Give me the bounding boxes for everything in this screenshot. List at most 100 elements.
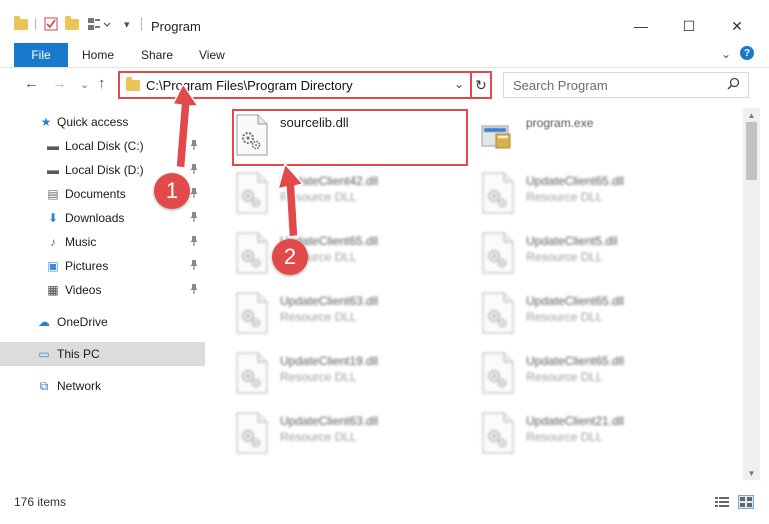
sidebar-item-this-pc[interactable]: ▭ This PC bbox=[0, 342, 205, 366]
search-icon[interactable] bbox=[727, 77, 740, 93]
sidebar-item-network[interactable]: ⧉ Network bbox=[0, 374, 205, 398]
divider bbox=[35, 18, 36, 30]
pin-icon[interactable] bbox=[190, 283, 198, 297]
file-type: Resource DLL bbox=[526, 430, 603, 444]
divider bbox=[141, 17, 142, 31]
tab-home[interactable]: Home bbox=[82, 48, 114, 62]
dll-file-icon bbox=[480, 172, 516, 214]
close-button[interactable]: ✕ bbox=[714, 12, 760, 40]
cloud-icon: ☁ bbox=[38, 315, 50, 329]
tab-share[interactable]: Share bbox=[141, 48, 173, 62]
scroll-down-icon[interactable]: ▼ bbox=[743, 466, 760, 480]
pictures-icon: ▣ bbox=[47, 259, 59, 273]
sidebar-item-label: Music bbox=[65, 235, 97, 249]
file-type: Resource DLL bbox=[280, 370, 357, 384]
qat-dropdown-icon[interactable]: ▾ bbox=[124, 15, 130, 33]
minimize-button[interactable]: — bbox=[618, 12, 664, 40]
pin-icon[interactable] bbox=[190, 139, 198, 153]
dll-file-icon bbox=[234, 412, 270, 454]
expand-ribbon-icon[interactable]: ⌄ bbox=[721, 47, 731, 61]
file-item[interactable]: UpdateClient65.dll Resource DLL bbox=[480, 288, 720, 338]
sidebar-item-quick-access[interactable]: ★ Quick access bbox=[0, 110, 205, 134]
maximize-button[interactable]: ☐ bbox=[666, 12, 712, 40]
file-name: UpdateClient63.dll bbox=[280, 294, 379, 308]
vertical-scrollbar[interactable]: ▲ ▼ bbox=[743, 108, 760, 480]
file-item[interactable]: UpdateClient65.dll Resource DLL bbox=[480, 348, 720, 398]
file-item[interactable]: UpdateClient21.dll Resource DLL bbox=[480, 408, 720, 458]
tab-view[interactable]: View bbox=[199, 48, 225, 62]
file-name: UpdateClient19.dll bbox=[280, 354, 379, 368]
file-item[interactable]: UpdateClient63.dll Resource DLL bbox=[234, 408, 474, 458]
status-bar: 176 items bbox=[0, 488, 769, 516]
file-name: UpdateClient21.dll bbox=[526, 414, 625, 428]
dll-file-icon bbox=[480, 232, 516, 274]
help-icon[interactable]: ? bbox=[740, 46, 754, 60]
address-path[interactable]: C:\Program Files\Program Directory bbox=[146, 78, 353, 93]
folder-icon[interactable] bbox=[14, 15, 28, 33]
sidebar-item-local-disk-c[interactable]: ▬ Local Disk (C:) bbox=[0, 134, 205, 158]
sidebar-item-label: Quick access bbox=[57, 115, 129, 129]
file-name: UpdateClient65.dll bbox=[526, 174, 625, 188]
file-item[interactable]: UpdateClient5.dll Resource DLL bbox=[480, 228, 720, 278]
file-item[interactable]: UpdateClient42.dll Resource DLL bbox=[234, 168, 474, 218]
sidebar-item-label: OneDrive bbox=[57, 315, 108, 329]
file-name: UpdateClient5.dll bbox=[526, 234, 618, 248]
sidebar-item-label: Documents bbox=[65, 187, 126, 201]
pin-icon[interactable] bbox=[190, 187, 198, 201]
file-item[interactable]: UpdateClient19.dll Resource DLL bbox=[234, 348, 474, 398]
callout-1: 1 bbox=[154, 173, 190, 209]
sidebar-item-onedrive[interactable]: ☁ OneDrive bbox=[0, 310, 205, 334]
up-button[interactable]: ↑ bbox=[98, 75, 106, 92]
pin-icon[interactable] bbox=[190, 211, 198, 225]
dll-file-icon bbox=[480, 352, 516, 394]
title-bar: ▾ Program — ☐ ✕ bbox=[0, 0, 769, 40]
pin-icon[interactable] bbox=[190, 259, 198, 273]
file-type: Resource DLL bbox=[280, 430, 357, 444]
pin-icon[interactable] bbox=[190, 163, 198, 177]
forward-button[interactable]: → bbox=[52, 75, 67, 92]
music-icon: ♪ bbox=[50, 235, 56, 249]
sidebar-item-videos[interactable]: ▦ Videos bbox=[0, 278, 205, 302]
computer-icon: ▭ bbox=[38, 347, 50, 361]
ribbon bbox=[0, 40, 769, 68]
details-view-icon[interactable] bbox=[715, 496, 729, 508]
sidebar-item-downloads[interactable]: ⬇ Downloads bbox=[0, 206, 205, 230]
customize-qat-icon[interactable] bbox=[88, 15, 112, 33]
large-icons-view-icon[interactable] bbox=[738, 495, 754, 509]
drive-icon: ▬ bbox=[47, 163, 59, 177]
address-bar[interactable]: C:\Program Files\Program Directory ⌄ ↻ bbox=[118, 71, 492, 99]
sidebar-item-pictures[interactable]: ▣ Pictures bbox=[0, 254, 205, 278]
dll-file-icon bbox=[480, 412, 516, 454]
file-type: Resource DLL bbox=[526, 250, 603, 264]
file-item[interactable]: UpdateClient65.dll Resource DLL bbox=[480, 168, 720, 218]
scroll-thumb[interactable] bbox=[746, 122, 757, 180]
star-icon: ★ bbox=[40, 115, 52, 129]
pin-icon[interactable] bbox=[190, 235, 198, 249]
dll-file-icon bbox=[234, 232, 270, 274]
recent-locations-button[interactable]: ⌄ bbox=[80, 78, 89, 91]
search-input[interactable]: Search Program bbox=[503, 72, 749, 98]
window-title: Program bbox=[151, 19, 201, 34]
refresh-button[interactable]: ↻ bbox=[470, 73, 490, 97]
new-folder-icon[interactable] bbox=[65, 15, 79, 33]
sidebar-item-label: Local Disk (D:) bbox=[65, 163, 144, 177]
file-item[interactable]: UpdateClient63.dll Resource DLL bbox=[234, 288, 474, 338]
sidebar-item-label: This PC bbox=[57, 347, 100, 361]
file-name: program.exe bbox=[526, 116, 594, 130]
sidebar-item-music[interactable]: ♪ Music bbox=[0, 230, 205, 254]
file-item[interactable]: program.exe bbox=[480, 110, 720, 160]
properties-icon[interactable] bbox=[44, 15, 58, 33]
network-icon: ⧉ bbox=[39, 378, 49, 393]
back-button[interactable]: ← bbox=[24, 75, 39, 92]
scroll-up-icon[interactable]: ▲ bbox=[743, 108, 760, 122]
file-item[interactable]: UpdateClient65.dll Resource DLL bbox=[234, 228, 474, 278]
download-icon: ⬇ bbox=[47, 211, 59, 225]
tab-file[interactable]: File bbox=[14, 43, 68, 67]
file-name: UpdateClient65.dll bbox=[526, 294, 625, 308]
file-type: Resource DLL bbox=[526, 310, 603, 324]
chevron-down-icon[interactable]: ⌄ bbox=[454, 77, 464, 91]
highlight-sourcelib bbox=[232, 109, 468, 166]
sidebar-item-label: Pictures bbox=[65, 259, 109, 273]
documents-icon: ▤ bbox=[47, 187, 59, 201]
dll-file-icon bbox=[234, 172, 270, 214]
